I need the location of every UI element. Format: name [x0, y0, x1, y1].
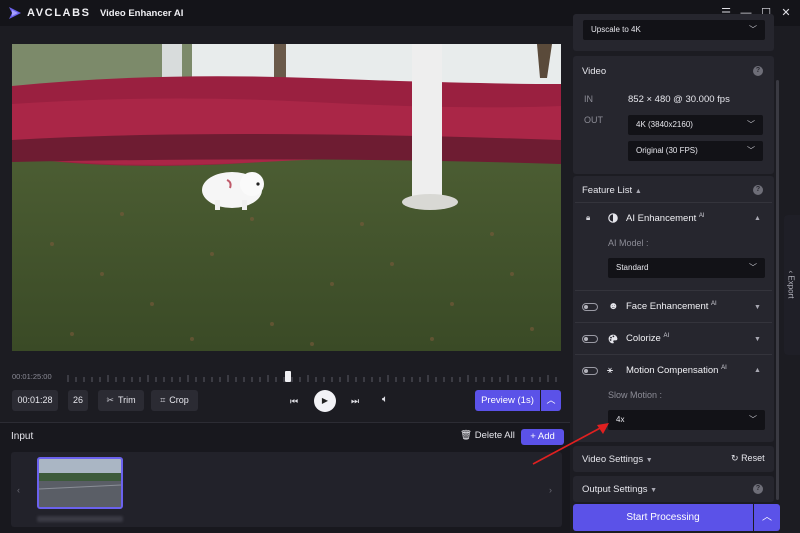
in-label: IN — [584, 94, 593, 104]
brand-name: AVCLABS — [27, 7, 91, 19]
timeline-playhead[interactable] — [285, 371, 291, 382]
face-enhancement-label: Face Enhancement AI — [626, 301, 717, 312]
chevron-down-icon: ﹀ — [747, 120, 755, 129]
out-label: OUT — [584, 115, 603, 125]
slow-motion-select[interactable]: 4x ﹀ — [608, 410, 765, 430]
trim-label: Trim — [117, 395, 136, 405]
output-resolution-value: 4K (3840x2160) — [636, 120, 693, 129]
expand-triangle-icon: ▼ — [650, 487, 658, 494]
motion-icon: ⚹ — [607, 365, 613, 376]
start-options-chevron-icon[interactable]: ︿ — [754, 504, 780, 531]
preview-button[interactable]: Preview (1s) — [475, 390, 540, 411]
expand-triangle-icon[interactable]: ▼ — [754, 336, 761, 343]
trim-button[interactable]: ✂ Trim — [98, 390, 144, 411]
timeline-time: 00:01:25:00 — [12, 372, 52, 381]
ai-superscript: AI — [711, 301, 717, 307]
in-value: 852 × 480 @ 30.000 fps — [628, 94, 730, 105]
divider — [575, 322, 772, 323]
chevron-down-icon: ﹀ — [749, 263, 757, 272]
ai-superscript: AI — [698, 213, 705, 219]
reset-button[interactable]: ↻ Reset — [731, 453, 765, 464]
input-file-thumbnail[interactable] — [37, 457, 123, 509]
crop-icon: ⌗ — [160, 395, 166, 405]
right-panel-scrollbar[interactable] — [776, 80, 779, 500]
play-button[interactable]: ▶ — [314, 390, 336, 412]
slow-motion-label: Slow Motion : — [608, 390, 663, 400]
motion-compensation-toggle[interactable] — [582, 367, 598, 375]
close-icon[interactable]: ✕ — [778, 5, 794, 21]
contrast-icon — [608, 213, 618, 223]
reset-icon: ↻ — [731, 453, 739, 463]
ai-model-label: AI Model : — [608, 238, 649, 248]
upscale-select-value: Upscale to 4K — [591, 25, 641, 34]
divider — [575, 202, 772, 203]
output-settings-title[interactable]: Output Settings ▼ — [582, 484, 657, 495]
reset-label: Reset — [741, 453, 765, 463]
ai-superscript: AI — [721, 365, 727, 371]
start-processing-button[interactable]: Start Processing — [573, 504, 753, 531]
face-enhancement-text: Face Enhancement — [626, 301, 709, 313]
volume-icon[interactable]: 🔈︎ — [378, 394, 392, 408]
colorize-toggle[interactable] — [582, 335, 598, 343]
play-icon: ▶ — [321, 396, 329, 405]
delete-all-button[interactable]: 🗑︎ Delete All — [460, 430, 515, 441]
crop-label: Crop — [169, 395, 189, 405]
palette-icon — [608, 334, 618, 344]
feature-list-title[interactable]: Feature List ▲ — [582, 185, 642, 196]
face-enhancement-toggle[interactable] — [582, 303, 598, 311]
current-time-box[interactable]: 00:01:28 — [12, 390, 58, 411]
face-icon: ☻ — [608, 301, 619, 312]
collapse-triangle-icon[interactable]: ▲ — [754, 367, 761, 374]
ai-model-value: Standard — [616, 263, 649, 272]
timeline-track[interactable] — [66, 373, 560, 383]
output-framerate-select[interactable]: Original (30 FPS) ﹀ — [628, 141, 763, 161]
ai-enhancement-label: AI Enhancement AI — [626, 213, 705, 224]
chevron-down-icon: ﹀ — [747, 146, 755, 155]
crop-button[interactable]: ⌗ Crop — [151, 390, 198, 411]
export-text: Export — [786, 275, 796, 299]
scissors-icon: ✂ — [106, 395, 114, 405]
output-settings-text: Output Settings — [582, 484, 648, 495]
feature-list-title-text: Feature List — [582, 185, 633, 196]
next-frame-icon[interactable]: ⏭ — [349, 395, 361, 407]
input-title: Input — [11, 431, 34, 442]
frame-box[interactable]: 26 — [68, 390, 88, 411]
motion-compensation-text: Motion Compensation — [626, 365, 719, 377]
collapse-triangle-icon: ▲ — [634, 188, 642, 195]
colorize-label: Colorize AI — [626, 333, 669, 344]
expand-triangle-icon: ▼ — [645, 457, 653, 464]
output-framerate-value: Original (30 FPS) — [636, 146, 698, 155]
app-title: Video Enhancer AI — [100, 8, 184, 19]
avclabs-logo-icon — [9, 7, 21, 19]
scroll-left-chevron-icon[interactable]: ‹ — [17, 485, 20, 495]
preview-options-chevron-icon[interactable]: ︿ — [541, 390, 561, 411]
divider — [575, 354, 772, 355]
help-icon[interactable]: ? — [753, 484, 763, 494]
chevron-down-icon: ﹀ — [749, 415, 757, 424]
collapse-triangle-icon[interactable]: ▲ — [754, 215, 761, 222]
previous-frame-icon[interactable]: ⏮ — [288, 395, 300, 407]
ai-superscript: AI — [663, 333, 670, 339]
upscale-select[interactable]: Upscale to 4K ﹀ — [583, 20, 765, 40]
export-label: ‹ Export — [787, 261, 796, 309]
input-file-name-blurred — [37, 516, 123, 522]
expand-triangle-icon[interactable]: ▼ — [754, 304, 761, 311]
delete-all-label: Delete All — [474, 430, 515, 441]
lock-icon: 🔒︎ — [586, 213, 591, 222]
ai-enhancement-text: AI Enhancement — [626, 213, 697, 225]
output-resolution-select[interactable]: 4K (3840x2160) ﹀ — [628, 115, 763, 135]
ai-model-select[interactable]: Standard ﹀ — [608, 258, 765, 278]
help-icon[interactable]: ? — [753, 185, 763, 195]
help-icon[interactable]: ? — [753, 66, 763, 76]
scroll-right-chevron-icon[interactable]: › — [549, 485, 552, 495]
slow-motion-value: 4x — [616, 415, 625, 424]
divider — [575, 290, 772, 291]
motion-compensation-label: Motion Compensation AI — [626, 365, 727, 376]
colorize-text: Colorize — [626, 333, 661, 345]
video-preview[interactable] — [12, 44, 561, 351]
chevron-down-icon: ﹀ — [749, 25, 757, 34]
trash-icon: 🗑︎ — [460, 430, 473, 441]
annotation-arrow-icon — [532, 423, 609, 465]
video-section-title: Video — [582, 66, 607, 77]
